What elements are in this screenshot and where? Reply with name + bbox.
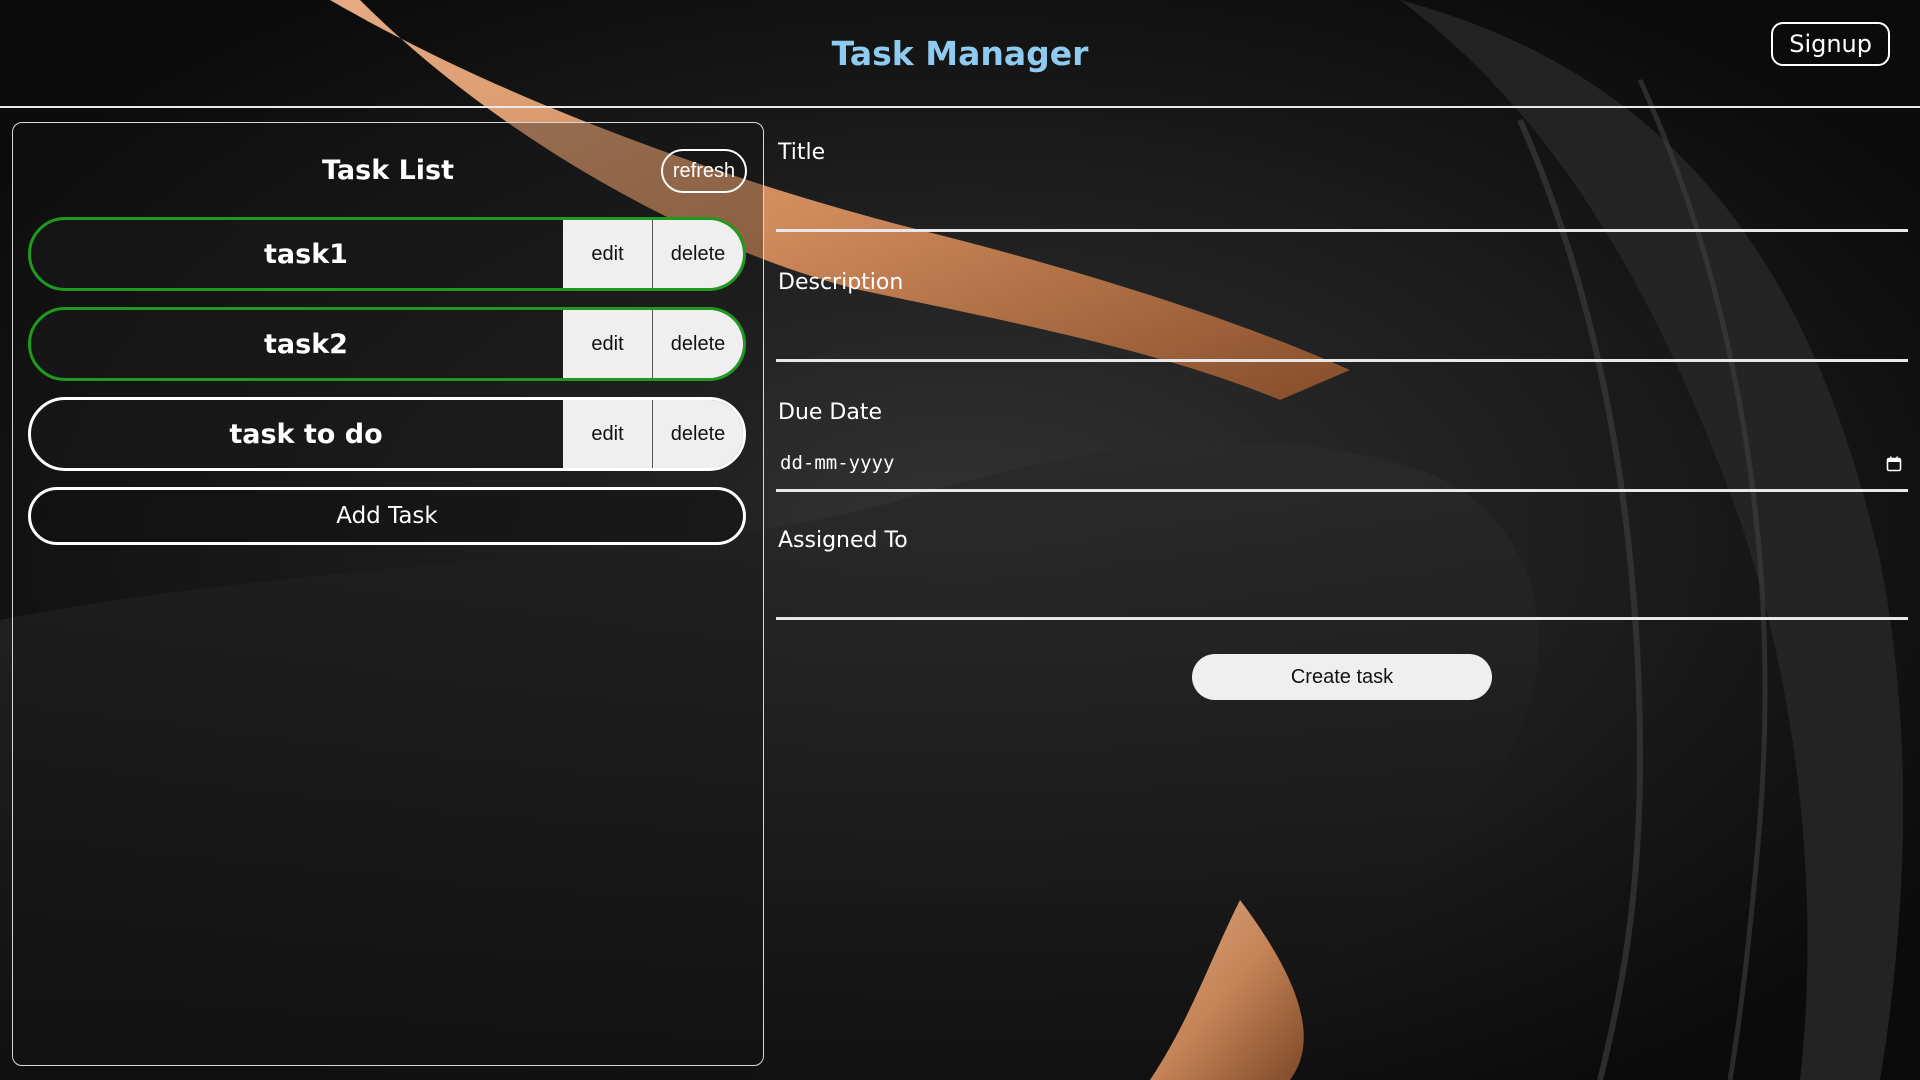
refresh-button[interactable]: refresh: [661, 149, 747, 193]
due-date-input[interactable]: [776, 448, 1908, 492]
title-label: Title: [778, 140, 826, 165]
signup-button[interactable]: Signup: [1771, 22, 1890, 66]
assigned-to-field: Assigned To: [776, 510, 1908, 638]
task-row: task2 edit delete: [28, 307, 746, 381]
assigned-to-input[interactable]: [776, 576, 1908, 620]
task-actions: edit delete: [563, 220, 743, 288]
app-header: Task Manager Signup: [0, 0, 1920, 108]
delete-button[interactable]: delete: [653, 220, 743, 288]
calendar-icon[interactable]: [1886, 456, 1902, 472]
delete-button[interactable]: delete: [653, 400, 743, 468]
task-actions: edit delete: [563, 310, 743, 378]
task-name: task2: [264, 328, 348, 360]
add-task-button[interactable]: Add Task: [28, 487, 746, 545]
description-field: Description: [776, 252, 1908, 380]
task-list-title: Task List: [321, 155, 455, 186]
title-input[interactable]: [776, 188, 1908, 232]
task-actions: edit delete: [563, 400, 743, 468]
description-input[interactable]: [776, 318, 1908, 362]
due-date-placeholder: dd-mm-yyyy: [780, 452, 895, 474]
task-name: task to do: [229, 418, 383, 450]
app-title: Task Manager: [831, 34, 1089, 73]
task-name: task1: [264, 238, 348, 270]
due-date-field: Due Date: [776, 382, 1908, 510]
edit-button[interactable]: edit: [563, 220, 653, 288]
assigned-to-label: Assigned To: [778, 528, 908, 553]
delete-button[interactable]: delete: [653, 310, 743, 378]
create-task-button[interactable]: Create task: [1192, 654, 1492, 700]
title-field: Title: [776, 122, 1908, 250]
task-row: task to do edit delete: [28, 397, 746, 471]
edit-button[interactable]: edit: [563, 310, 653, 378]
task-row: task1 edit delete: [28, 217, 746, 291]
due-date-label: Due Date: [778, 400, 882, 425]
edit-button[interactable]: edit: [563, 400, 653, 468]
description-label: Description: [778, 270, 904, 295]
task-list-panel: Task List refresh task1 edit delete task…: [12, 122, 764, 1066]
